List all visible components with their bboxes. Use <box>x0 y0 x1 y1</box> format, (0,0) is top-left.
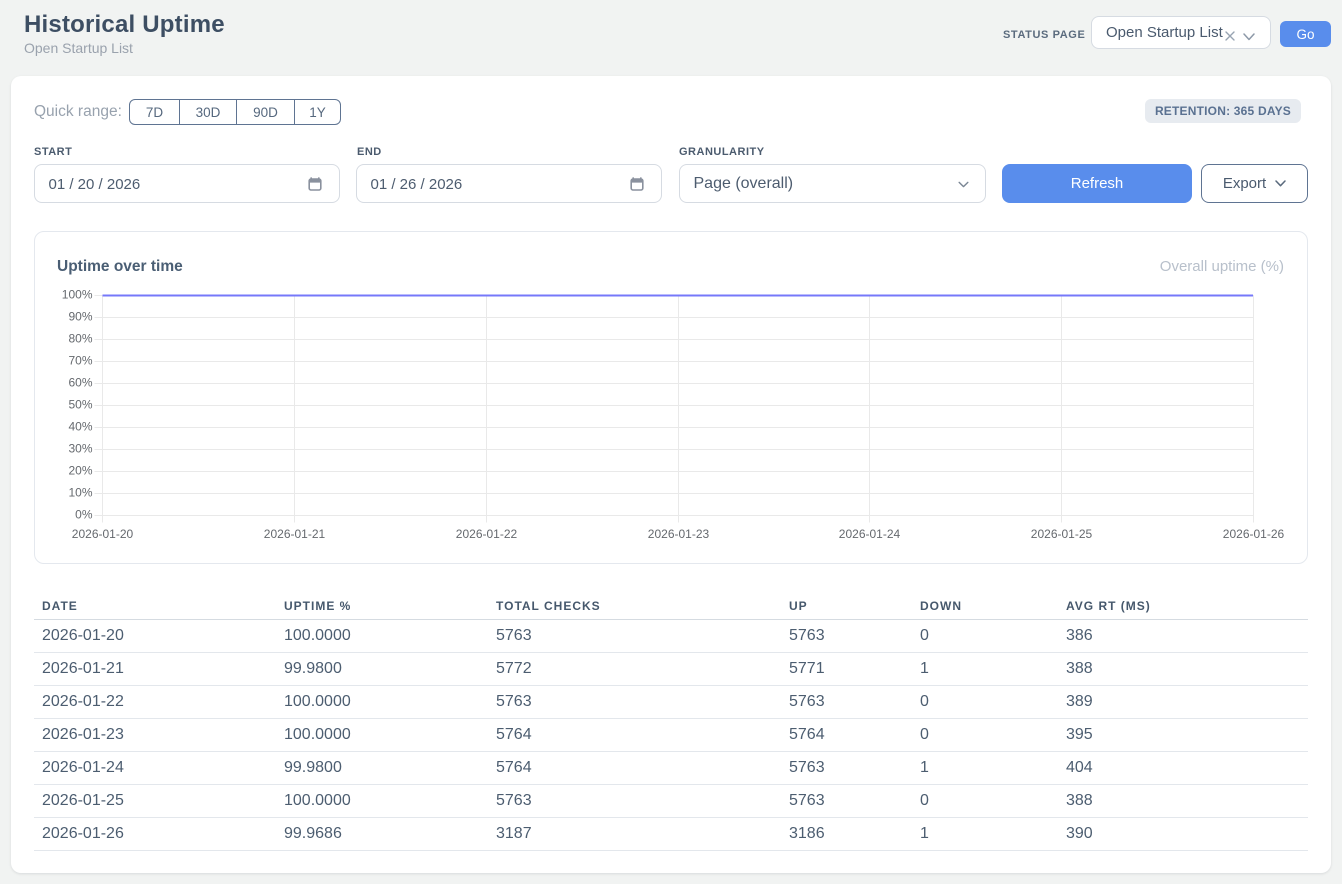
svg-text:20%: 20% <box>68 464 92 478</box>
svg-text:100%: 100% <box>62 288 93 302</box>
svg-text:30%: 30% <box>68 442 92 456</box>
svg-text:2026-01-25: 2026-01-25 <box>1031 527 1093 541</box>
svg-text:50%: 50% <box>68 398 92 412</box>
svg-text:2026-01-23: 2026-01-23 <box>648 527 710 541</box>
svg-text:2026-01-24: 2026-01-24 <box>839 527 901 541</box>
svg-text:70%: 70% <box>68 354 92 368</box>
svg-text:2026-01-21: 2026-01-21 <box>264 527 326 541</box>
svg-text:2026-01-22: 2026-01-22 <box>456 527 518 541</box>
svg-text:90%: 90% <box>68 310 92 324</box>
svg-text:10%: 10% <box>68 486 92 500</box>
svg-text:2026-01-20: 2026-01-20 <box>72 527 134 541</box>
svg-text:2026-01-26: 2026-01-26 <box>1223 527 1285 541</box>
svg-text:0%: 0% <box>75 508 93 522</box>
svg-text:80%: 80% <box>68 332 92 346</box>
svg-text:60%: 60% <box>68 376 92 390</box>
svg-text:40%: 40% <box>68 420 92 434</box>
